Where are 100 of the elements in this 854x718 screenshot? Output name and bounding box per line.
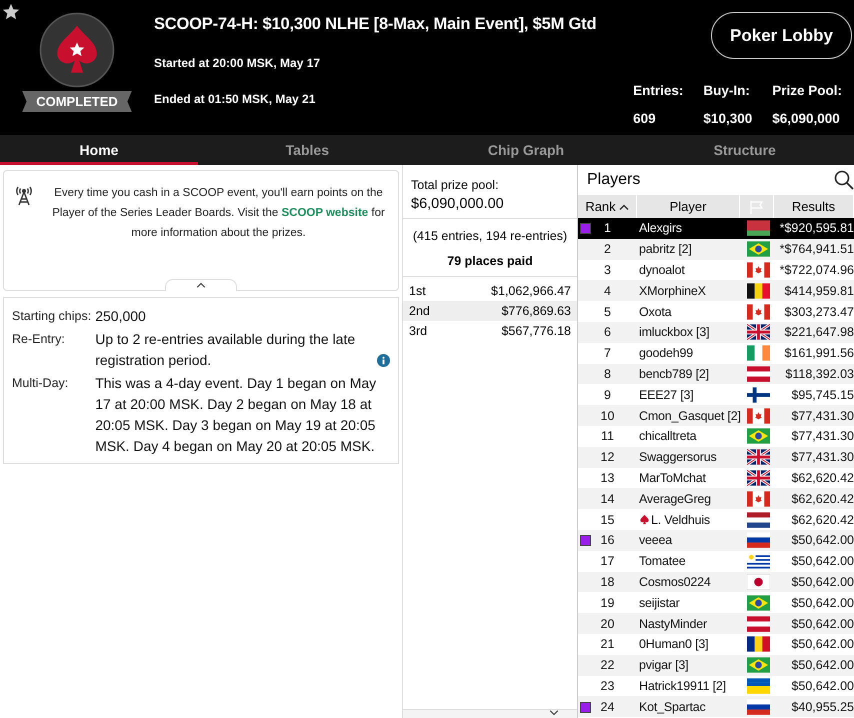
rank-cell: 1	[604, 221, 611, 236]
player-row[interactable]: 22 pvigar [3] $50,642.00	[578, 654, 854, 676]
result-cell: $50,642.00	[791, 658, 854, 672]
result-cell: $62,620.42	[791, 470, 854, 485]
tab[interactable]: Chip Graph	[416, 135, 636, 165]
rank-cell: 19	[600, 596, 614, 610]
player-row[interactable]: 8 bencb789 [2] $118,392.03	[578, 364, 854, 384]
player-name: MarToMchat	[639, 470, 706, 485]
player-row[interactable]: 24 Kot_Spartac $40,955.25	[578, 696, 854, 718]
player-row[interactable]: 14 AverageGreg $62,620.42	[578, 488, 854, 510]
player-name: pvigar [3]	[639, 658, 688, 672]
tab[interactable]: Home	[0, 135, 198, 165]
player-name: EEE27 [3]	[639, 388, 694, 402]
stat-value: 609	[633, 111, 657, 126]
detail-label: Multi-Day:	[12, 375, 70, 392]
rank-cell: 21	[600, 637, 614, 652]
detail-value: 250,000	[95, 307, 146, 326]
result-cell: $77,431.30	[791, 408, 854, 423]
player-name: Alexgirs	[639, 221, 682, 236]
rank-cell: 3	[604, 262, 611, 277]
start-time: Started at 20:00 MSK, May 17	[154, 56, 322, 70]
player-row[interactable]: 16 veeea $50,642.00	[578, 530, 854, 551]
stat-label: Entries:	[633, 83, 684, 98]
tab[interactable]: Structure	[635, 135, 854, 165]
antenna-icon	[14, 185, 34, 207]
place-label: 1st	[409, 284, 426, 298]
result-cell: $303,273.47	[784, 304, 854, 319]
result-cell: $50,642.00	[791, 574, 854, 589]
player-name: AverageGreg	[639, 492, 711, 506]
prize-amount: $567,776.18	[501, 324, 571, 338]
player-row[interactable]: 4 XMorphineX $414,959.81	[578, 280, 854, 302]
rank-cell: 15	[600, 512, 614, 527]
rank-cell: 9	[604, 388, 611, 402]
rank-cell: 7	[604, 346, 611, 360]
result-cell: $95,745.15	[791, 388, 854, 402]
player-row[interactable]: 2 pabritz [2] *$764,941.51	[578, 238, 854, 260]
entries-summary: (415 entries, 194 re-entries)	[412, 229, 568, 243]
player-name: Tomatee	[639, 554, 686, 568]
rank-cell: 4	[604, 284, 611, 298]
stat-label: Prize Pool:	[772, 83, 842, 98]
rank-cell: 13	[600, 470, 614, 485]
rank-cell: 20	[600, 616, 614, 631]
rank-cell: 16	[600, 533, 614, 548]
result-cell: $62,620.42	[791, 492, 854, 506]
result-cell: *$722,074.96	[780, 262, 854, 277]
result-cell: $50,642.00	[791, 616, 854, 631]
result-cell: $118,392.03	[785, 366, 854, 381]
player-row[interactable]: 10 Cmon_Gasquet [2] $77,431.30	[578, 405, 854, 426]
status-ribbon: COMPLETED	[22, 91, 132, 112]
player-name: L. Veldhuis	[651, 512, 710, 527]
chevron-up-icon	[196, 282, 206, 288]
player-row[interactable]: 12 Swaggersorus $77,431.30	[578, 446, 854, 468]
tab[interactable]: Tables	[198, 135, 417, 165]
player-name: seijistar	[639, 596, 680, 610]
rank-cell: 18	[600, 574, 614, 589]
stat-label: Buy-In:	[703, 83, 751, 98]
rank-cell: 14	[600, 492, 614, 506]
info-icon[interactable]	[377, 354, 390, 367]
result-cell: $50,642.00	[791, 554, 854, 568]
player-row[interactable]: 20 NastyMinder $50,642.00	[578, 613, 854, 634]
result-cell: $50,642.00	[791, 596, 854, 610]
rank-cell: 11	[601, 429, 614, 444]
end-time: Ended at 01:50 MSK, May 21	[154, 92, 316, 106]
player-name: pabritz [2]	[639, 242, 692, 256]
player-row[interactable]: 23 Hatrick19911 [2] $50,642.00	[578, 676, 854, 696]
prize-amount: $776,869.63	[501, 304, 571, 318]
player-name: Oxota	[639, 304, 672, 319]
detail-value: Up to 2 re-entries available during the late registration period.	[95, 330, 356, 370]
rank-cell: 2	[604, 242, 611, 256]
player-name: Swaggersorus	[639, 450, 717, 464]
prize-pool-label: Total prize pool:	[411, 178, 500, 192]
player-name: XMorphineX	[639, 284, 706, 298]
chevron-down-icon	[549, 710, 559, 716]
result-cell: $62,620.42	[791, 512, 854, 527]
player-name: goodeh99	[639, 346, 694, 360]
sort-caret-icon	[618, 204, 629, 210]
tournament-title: SCOOP-74-H: $10,300 NLHE [8-Max, Main Event], $5M Gtd	[154, 15, 598, 34]
player-name: dynoalot	[639, 262, 685, 277]
scoop-website-link[interactable]: SCOOP website	[281, 207, 368, 219]
player-row[interactable]: 18 Cosmos0224 $50,642.00	[578, 572, 854, 592]
player-name: veeea	[639, 533, 672, 548]
player-row[interactable]: 1 Alexgirs *$920,595.81	[578, 218, 854, 239]
player-name: Cmon_Gasquet [2]	[639, 408, 741, 423]
players-title: Players	[587, 171, 640, 189]
player-name: NastyMinder	[639, 616, 707, 631]
player-name: 0Human0 [3]	[639, 637, 708, 652]
player-row[interactable]: 3 dynoalot *$722,074.96	[578, 260, 854, 280]
player-name: chicalltreta	[639, 429, 696, 444]
result-cell: $50,642.00	[791, 533, 854, 548]
player-name: bencb789 [2]	[639, 366, 709, 381]
player-row[interactable]: 13 MarToMchat $62,620.42	[578, 468, 854, 488]
player-name: Cosmos0224	[639, 574, 711, 589]
player-row[interactable]: 6 imluckbox [3] $221,647.98	[578, 322, 854, 343]
poker-lobby-button[interactable]: Poker Lobby	[711, 12, 852, 59]
spade-logo-icon	[39, 12, 115, 88]
collapse-handle[interactable]	[165, 279, 237, 291]
favorite-star-icon[interactable]	[2, 3, 20, 21]
player-name: imluckbox [3]	[639, 325, 710, 340]
result-cell: *$920,595.81	[780, 221, 854, 236]
search-icon[interactable]	[834, 170, 854, 190]
